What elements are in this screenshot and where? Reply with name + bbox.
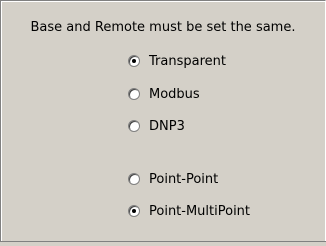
radio-label: Modbus	[149, 86, 200, 102]
sync-note: Base and Remote must be set the same.	[30, 20, 296, 35]
radio-dnp3[interactable]: DNP3	[128, 118, 185, 134]
radio-button-icon[interactable]	[128, 205, 140, 217]
radio-transparent[interactable]: Transparent	[128, 53, 226, 69]
radio-button-icon[interactable]	[128, 88, 140, 100]
radio-label: DNP3	[149, 118, 185, 134]
panel-bottom-edge	[0, 241, 326, 246]
radio-label: Point-Point	[149, 171, 219, 187]
radio-point-multipoint[interactable]: Point-MultiPoint	[128, 203, 250, 219]
radio-button-icon[interactable]	[128, 55, 140, 67]
radio-point-point[interactable]: Point-Point	[128, 171, 218, 187]
radio-label: Transparent	[149, 53, 226, 69]
radio-modbus[interactable]: Modbus	[128, 86, 200, 102]
radio-button-icon[interactable]	[128, 120, 140, 132]
radio-button-icon[interactable]	[128, 173, 140, 185]
settings-panel: Base and Remote must be set the same. Tr…	[0, 0, 326, 246]
radio-label: Point-MultiPoint	[149, 203, 251, 219]
